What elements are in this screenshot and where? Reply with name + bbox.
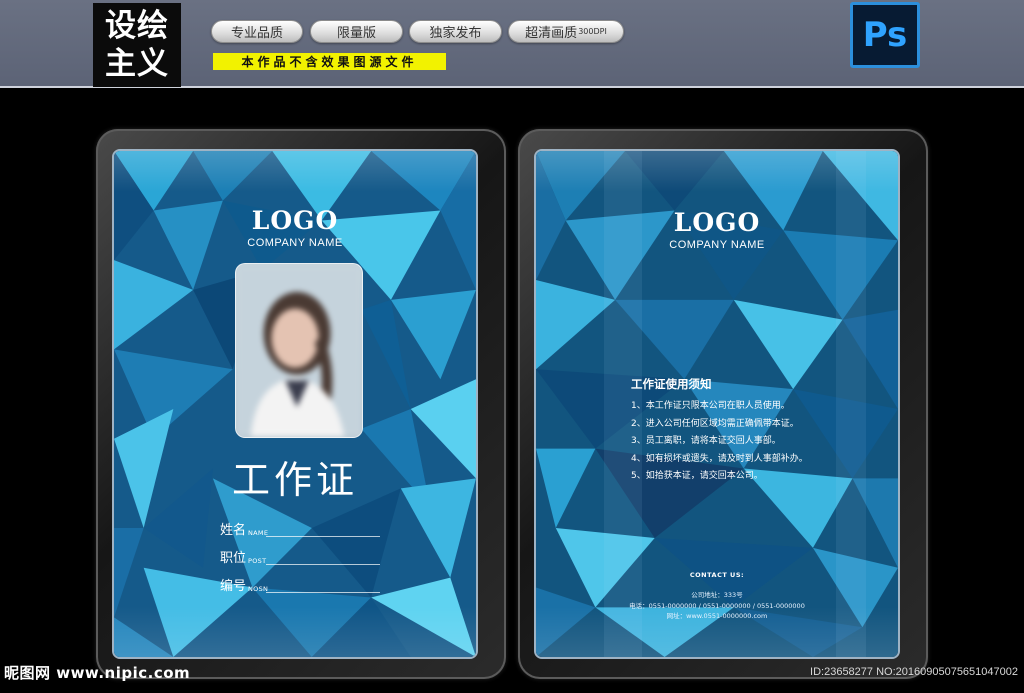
brand-logo[interactable]: 设绘 主义 [93,3,181,87]
badge-label: 限量版 [336,26,376,41]
ps-icon-text: Ps [862,15,908,55]
field-label-cn: 职位 [220,551,247,566]
photoshop-icon[interactable]: Ps [850,2,920,68]
rule-item: 1、本工作证只限本公司在职人员使用。 [631,401,790,411]
employee-photo[interactable] [235,263,363,438]
contact-website: 网址：www.0551-0000000.com [666,612,768,620]
field-underline [266,564,380,565]
watermark-id: ID:23658277 NO:20160905075651047002 [810,666,1018,678]
field-label-cn: 编号 [220,579,247,594]
badge-quality[interactable]: 专业品质 [211,20,303,43]
field-label-cn: 姓名 [220,523,247,538]
badge-label: 超清画质 [525,26,578,41]
rule-item: 3、员工离职，请将本证交回人事部。 [631,436,781,446]
back-logo: LOGO [673,208,761,237]
watermark-site[interactable]: 昵图网 www.nipic.com [4,662,190,683]
brand-line-2: 主义 [105,46,169,82]
rule-item: 4、如有损坏或遗失，请及时到人事部补办。 [631,453,808,464]
front-card-frame: LOGO COMPANY NAME 工作证 姓名 NAME 职位 POST 编号 [96,129,506,679]
rule-item: 2、进入公司任何区域均需正确佩带本证。 [631,418,799,429]
number-field[interactable]: 编号 NOSN [220,575,380,595]
field-underline [266,536,380,537]
contact-phone: 电话：0551-0000000 / 0551-0000000 / 0551-00… [629,602,805,610]
front-card: LOGO COMPANY NAME 工作证 姓名 NAME 职位 POST 编号 [112,149,478,659]
front-company-name: COMPANY NAME [247,237,343,249]
badge-exclusive[interactable]: 独家发布 [409,20,502,43]
notice-bar: 本作品不含效果图源文件 [213,53,446,70]
badge-suffix: 300DPI [578,27,607,36]
employee-photo-image [236,264,362,437]
post-field[interactable]: 职位 POST [220,547,380,567]
badge-hd[interactable]: 超清画质 300DPI [508,20,624,43]
contact-address: 公司地址：333号 [691,591,743,599]
field-underline [266,592,380,593]
brand-line-1: 设绘 [105,8,169,44]
badge-label: 专业品质 [230,26,283,41]
back-card-frame: LOGO COMPANY NAME 工作证使用须知 1、本工作证只限本公司在职人… [518,129,928,679]
name-field[interactable]: 姓名 NAME [220,519,380,539]
field-label-en: POST [248,557,267,565]
front-logo: LOGO [251,206,339,235]
back-company-name: COMPANY NAME [669,239,765,251]
badge-limited[interactable]: 限量版 [310,20,403,43]
top-banner: 设绘 主义 专业品质 限量版 独家发布 超清画质 300DPI 本作品不含效果图… [0,0,1024,88]
badge-label: 独家发布 [429,26,482,41]
back-card: LOGO COMPANY NAME 工作证使用须知 1、本工作证只限本公司在职人… [534,149,900,659]
rules-list: 1、本工作证只限本公司在职人员使用。 2、进入公司任何区域均需正确佩带本证。 3… [631,398,808,486]
rules-title: 工作证使用须知 [631,377,712,391]
contact-title: CONTACT US: [689,571,745,579]
rule-item: 5、如拾获本证，请交回本公司。 [631,471,763,481]
work-id-title: 工作证 [231,458,358,502]
